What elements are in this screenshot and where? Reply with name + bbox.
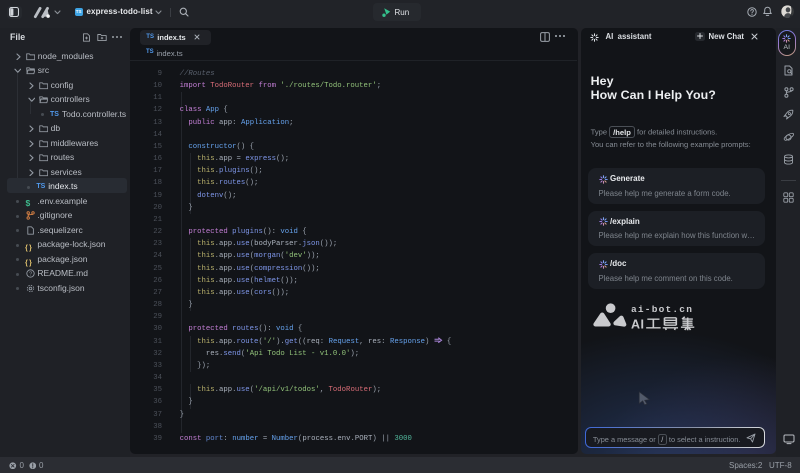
svg-text:?: ?: [28, 272, 31, 278]
